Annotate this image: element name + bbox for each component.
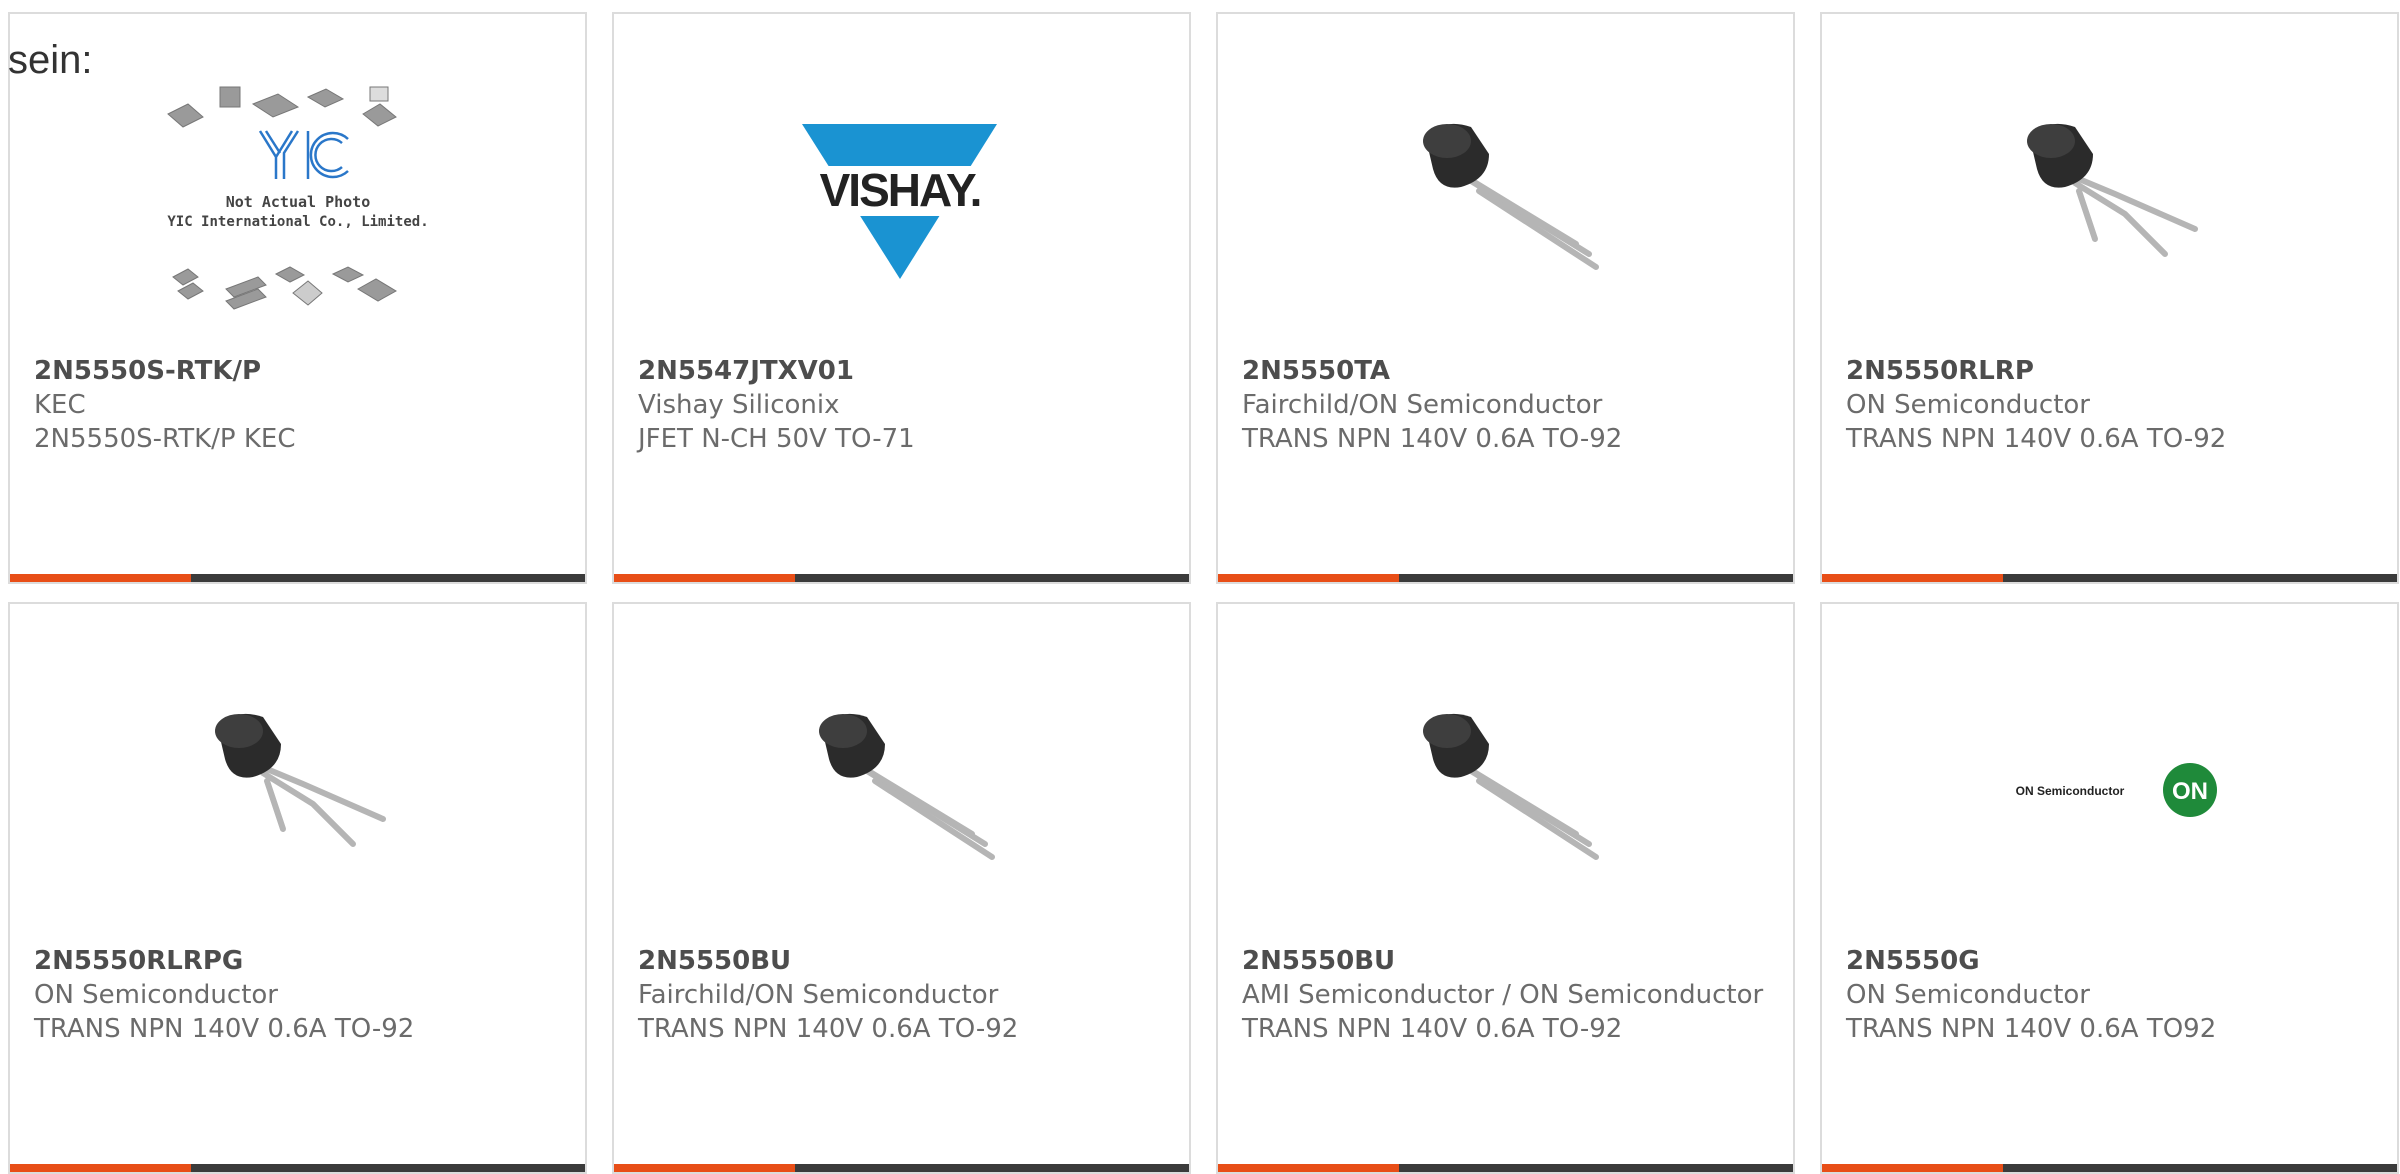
part-number[interactable]: 2N5550RLRPG <box>34 944 561 978</box>
product-image-to92[interactable] <box>10 674 585 904</box>
part-number[interactable]: 2N5550RLRP <box>1846 354 2373 388</box>
manufacturer: Fairchild/ON Semiconductor <box>1242 390 1603 420</box>
part-number[interactable]: 2N5550G <box>1846 944 2373 978</box>
product-card[interactable]: 2N5550TA Fairchild/ON Semiconductor TRAN… <box>1216 12 1795 584</box>
product-image-to92[interactable] <box>614 674 1189 904</box>
manufacturer: ON Semiconductor <box>1846 390 2090 420</box>
on-logo-mark: ON <box>2172 778 2208 805</box>
card-bar <box>1218 574 1793 582</box>
product-image-to92[interactable] <box>1218 674 1793 904</box>
vishay-logo-text: VISHAY. <box>819 164 980 216</box>
manufacturer: AMI Semiconductor / ON Semiconductor <box>1242 980 1764 1010</box>
part-number[interactable]: 2N5550S-RTK/P <box>34 354 561 388</box>
description: 2N5550S-RTK/P KEC <box>34 424 296 454</box>
card-bar <box>10 574 585 582</box>
part-number[interactable]: 2N5547JTXV01 <box>638 354 1165 388</box>
description: TRANS NPN 140V 0.6A TO-92 <box>34 1014 415 1044</box>
manufacturer: KEC <box>34 390 86 420</box>
description: TRANS NPN 140V 0.6A TO-92 <box>1242 1014 1623 1044</box>
description: JFET N-CH 50V TO-71 <box>638 424 915 454</box>
manufacturer: ON Semiconductor <box>1846 980 2090 1010</box>
description: TRANS NPN 140V 0.6A TO-92 <box>638 1014 1019 1044</box>
description: TRANS NPN 140V 0.6A TO-92 <box>1242 424 1623 454</box>
card-bar <box>614 1164 1189 1172</box>
card-bar <box>1822 574 2397 582</box>
part-number[interactable]: 2N5550BU <box>638 944 1165 978</box>
part-number[interactable]: 2N5550BU <box>1242 944 1769 978</box>
product-card[interactable]: 2N5550BU AMI Semiconductor / ON Semicond… <box>1216 602 1795 1174</box>
placeholder-text-1: Not Actual Photo <box>225 193 370 211</box>
product-card[interactable]: Not Actual Photo YIC International Co., … <box>8 12 587 584</box>
product-image-placeholder[interactable]: Not Actual Photo YIC International Co., … <box>10 84 585 314</box>
on-semi-logo-text: ON Semiconductor <box>2015 784 2124 798</box>
product-card[interactable]: 2N5550BU Fairchild/ON Semiconductor TRAN… <box>612 602 1191 1174</box>
manufacturer: Fairchild/ON Semiconductor <box>638 980 999 1010</box>
placeholder-text-2: YIC International Co., Limited. <box>167 214 428 230</box>
part-number[interactable]: 2N5550TA <box>1242 354 1769 388</box>
product-image-vishay-logo[interactable]: VISHAY. <box>614 84 1189 314</box>
product-image-to92[interactable] <box>1218 84 1793 314</box>
manufacturer: ON Semiconductor <box>34 980 278 1010</box>
product-card[interactable]: 2N5550RLRP ON Semiconductor TRANS NPN 14… <box>1820 12 2399 584</box>
intro-text: sein: <box>8 38 93 82</box>
description: TRANS NPN 140V 0.6A TO92 <box>1846 1014 2217 1044</box>
product-image-to92[interactable] <box>1822 84 2397 314</box>
card-bar <box>1218 1164 1793 1172</box>
card-bar <box>10 1164 585 1172</box>
product-card[interactable]: VISHAY. 2N5547JTXV01 Vishay Siliconix JF… <box>612 12 1191 584</box>
manufacturer: Vishay Siliconix <box>638 390 840 420</box>
product-grid: Not Actual Photo YIC International Co., … <box>8 12 2399 1174</box>
card-bar <box>1822 1164 2397 1172</box>
product-card[interactable]: 2N5550RLRPG ON Semiconductor TRANS NPN 1… <box>8 602 587 1174</box>
card-bar <box>614 574 1189 582</box>
product-image-on-logo[interactable]: ON Semiconductor ON <box>1822 674 2397 904</box>
product-card[interactable]: ON Semiconductor ON 2N5550G ON Semicondu… <box>1820 602 2399 1174</box>
description: TRANS NPN 140V 0.6A TO-92 <box>1846 424 2227 454</box>
